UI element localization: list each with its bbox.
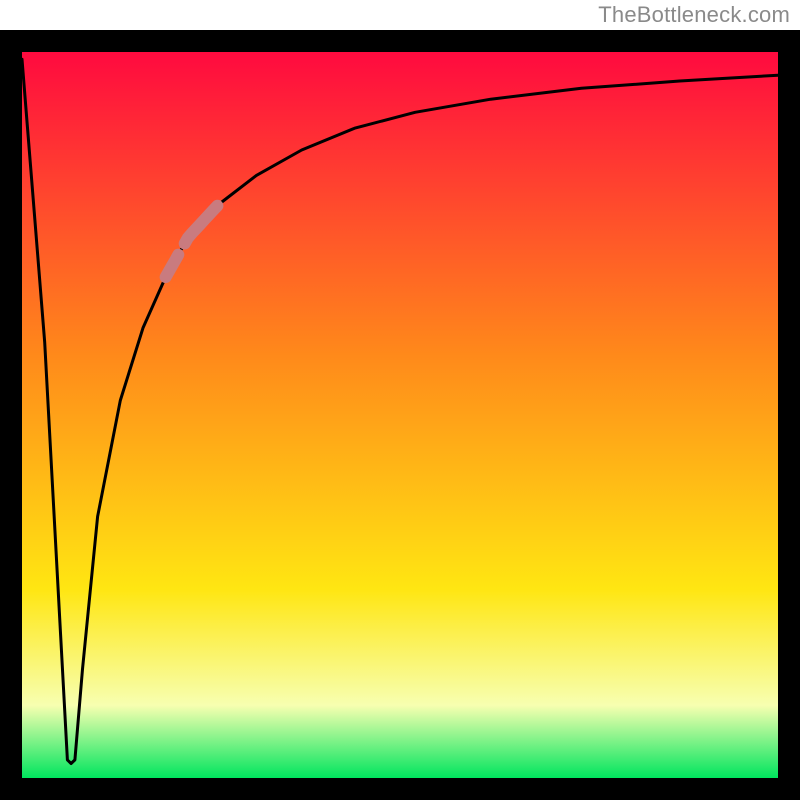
attribution-label: TheBottleneck.com <box>598 2 790 28</box>
plot-background <box>22 52 778 778</box>
bottleneck-chart <box>0 0 800 800</box>
